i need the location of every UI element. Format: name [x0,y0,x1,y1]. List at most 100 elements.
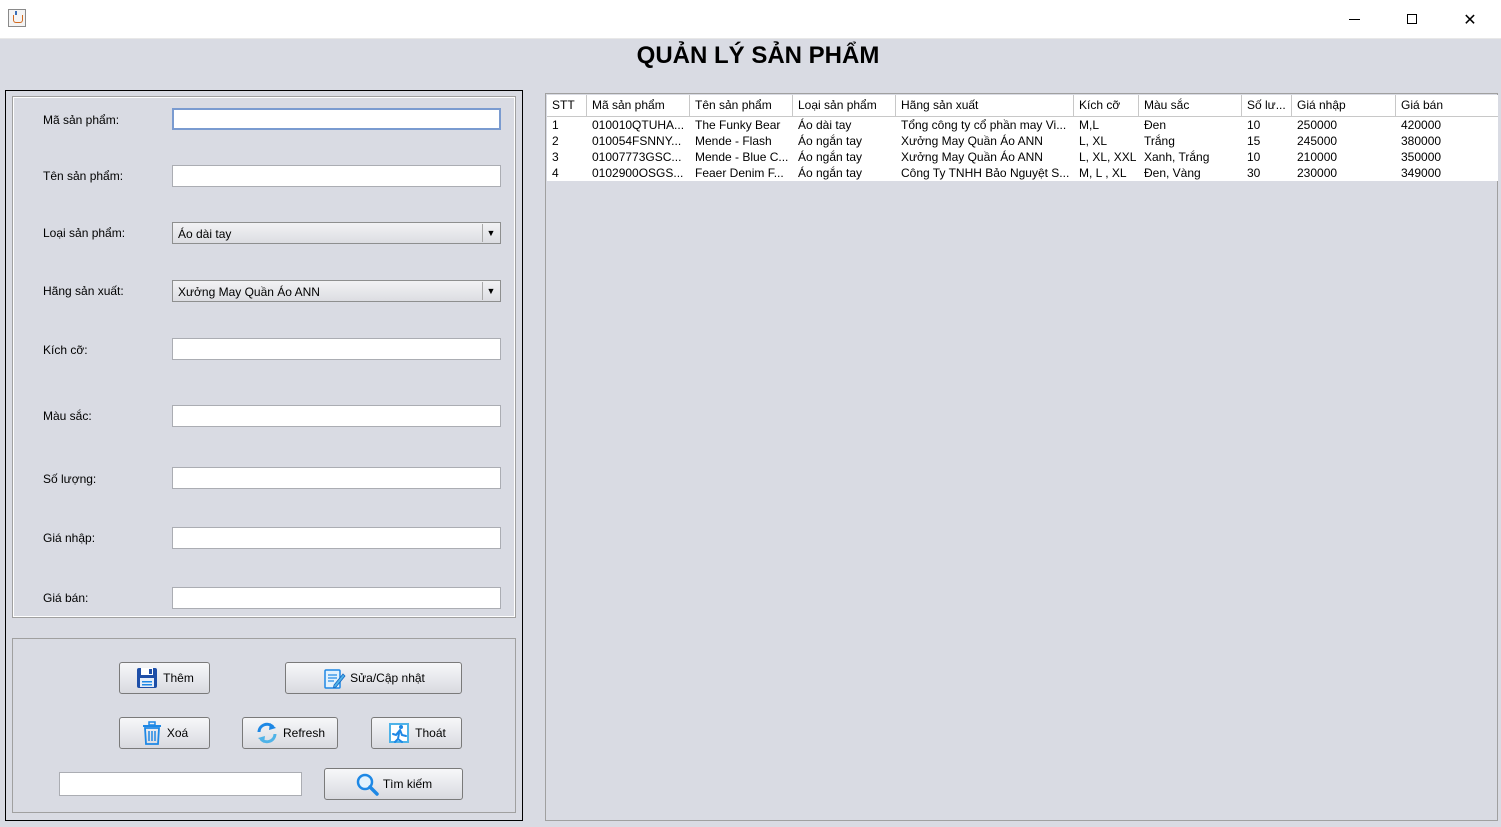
hang-san-xuat-select[interactable]: Xưởng May Quần Áo ANN ▼ [172,280,501,302]
cell-so-luong: 15 [1247,134,1261,148]
cell-ma-san-pham: 0102900OSGS... [592,166,684,180]
label-gia-ban: Giá bán: [43,591,89,605]
ma-san-pham-input[interactable] [172,108,501,130]
trash-icon [142,721,161,745]
header-ma-san-pham[interactable]: Mã sản phẩm [587,95,690,116]
xoa-label: Xoá [166,726,189,740]
titlebar-divider [0,38,1501,39]
cell-mau-sac: Đen [1144,118,1167,132]
header-loai-san-pham[interactable]: Loại sản phẩm [793,95,896,116]
sua-cap-nhat-label: Sửa/Cập nhật [350,671,425,685]
close-icon: ✕ [1463,9,1477,29]
cell-loai-san-pham: Áo dài tay [798,118,852,132]
table-row[interactable]: 4 0102900OSGS... Feaer Denim F... Áo ngắ… [547,165,1498,181]
cell-so-luong: 10 [1247,118,1261,132]
header-ten-san-pham[interactable]: Tên sản phẩm [690,95,793,116]
page-title: QUẢN LÝ SẢN PHẨM [636,42,880,69]
java-app-icon [8,9,26,27]
maximize-button[interactable] [1383,0,1441,38]
chevron-down-icon[interactable]: ▼ [482,282,499,300]
label-mau-sac: Màu sắc: [43,409,92,423]
cell-gia-ban: 349000 [1401,166,1442,180]
cell-kich-co: M,L [1079,118,1100,132]
cell-hang-san-xuat: Công Ty TNHH Bảo Nguyệt S... [901,166,1070,180]
chevron-down-icon[interactable]: ▼ [482,224,499,242]
gia-nhap-input[interactable] [172,527,501,549]
exit-door-icon [389,723,410,743]
loai-san-pham-select[interactable]: Áo dài tay ▼ [172,222,501,244]
cell-ten-san-pham: Feaer Denim F... [695,166,784,180]
header-stt[interactable]: STT [547,95,587,116]
table-header: STT Mã sản phẩm Tên sản phẩm Loại sản ph… [547,95,1498,117]
mau-sac-input[interactable] [172,405,501,427]
header-kich-co[interactable]: Kích cỡ [1074,95,1139,116]
cell-ma-san-pham: 010010QTUHA... [592,118,685,132]
header-hang-san-xuat[interactable]: Hãng sản xuất [896,95,1074,116]
cell-gia-ban: 420000 [1401,118,1442,132]
table-body: 1 010010QTUHA... The Funky Bear Áo dài t… [547,117,1498,181]
loai-san-pham-selected: Áo dài tay [178,227,232,241]
cell-loai-san-pham: Áo ngắn tay [798,134,863,148]
cell-hang-san-xuat: Tổng công ty cổ phần may Vi... [901,118,1067,132]
cell-kich-co: M, L , XL [1079,166,1127,180]
table-row[interactable]: 3 01007773GSC... Mende - Blue C... Áo ng… [547,149,1498,165]
ten-san-pham-input[interactable] [172,165,501,187]
sua-cap-nhat-button[interactable]: Sửa/Cập nhật [285,662,462,694]
label-kich-co: Kích cỡ: [43,343,88,357]
thoat-button[interactable]: Thoát [371,717,462,749]
cell-loai-san-pham: Áo ngắn tay [798,150,863,164]
header-gia-nhap[interactable]: Giá nhập [1292,95,1396,116]
product-table[interactable]: STT Mã sản phẩm Tên sản phẩm Loại sản ph… [545,93,1498,821]
gia-ban-input[interactable] [172,587,501,609]
close-button[interactable]: ✕ [1441,0,1499,38]
hang-san-xuat-selected: Xưởng May Quần Áo ANN [178,285,320,299]
cell-gia-nhap: 245000 [1297,134,1338,148]
label-ten-san-pham: Tên sản phẩm: [43,169,124,183]
cell-gia-nhap: 210000 [1297,150,1338,164]
magnifier-icon [356,773,379,796]
header-mau-sac[interactable]: Màu sắc [1139,95,1242,116]
maximize-icon [1407,14,1417,24]
table-row[interactable]: 2 010054FSNNY... Mende - Flash Áo ngắn t… [547,133,1498,149]
header-gia-ban[interactable]: Giá bán [1396,95,1498,116]
minimize-button[interactable] [1325,0,1383,38]
edit-notepad-icon [324,669,346,689]
cell-stt: 1 [552,118,559,132]
cell-ten-san-pham: The Funky Bear [695,118,781,132]
them-label: Thêm [163,671,194,685]
label-gia-nhap: Giá nhập: [43,531,96,545]
cell-gia-nhap: 250000 [1297,118,1338,132]
cell-ma-san-pham: 01007773GSC... [592,150,682,164]
tim-kiem-button[interactable]: Tìm kiếm [324,768,463,800]
so-luong-input[interactable] [172,467,501,489]
refresh-button[interactable]: Refresh [242,717,338,749]
window-titlebar [0,0,1501,38]
thoat-label: Thoát [415,726,446,740]
label-hang-san-xuat: Hãng sản xuất: [43,284,124,298]
cell-ten-san-pham: Mende - Blue C... [695,150,789,164]
them-button[interactable]: Thêm [119,662,210,694]
cell-stt: 3 [552,150,559,164]
header-so-luong[interactable]: Số lư... [1242,95,1292,116]
cell-mau-sac: Đen, Vàng [1144,166,1201,180]
search-input[interactable] [59,772,302,796]
cell-mau-sac: Xanh, Trắng [1144,150,1210,164]
cell-gia-ban: 380000 [1401,134,1442,148]
cell-kich-co: L, XL [1079,134,1108,148]
cell-hang-san-xuat: Xưởng May Quần Áo ANN [901,134,1043,148]
xoa-button[interactable]: Xoá [119,717,210,749]
label-so-luong: Số lượng: [43,472,97,486]
refresh-label: Refresh [282,726,326,740]
kich-co-input[interactable] [172,338,501,360]
label-loai-san-pham: Loại sản phẩm: [43,226,126,240]
cell-loai-san-pham: Áo ngắn tay [798,166,863,180]
refresh-arrows-icon [257,722,277,744]
minimize-icon [1348,18,1360,20]
cell-hang-san-xuat: Xưởng May Quần Áo ANN [901,150,1043,164]
tim-kiem-label: Tìm kiếm [382,777,433,791]
table-row[interactable]: 1 010010QTUHA... The Funky Bear Áo dài t… [547,117,1498,133]
cell-mau-sac: Trắng [1144,134,1175,148]
cell-gia-nhap: 230000 [1297,166,1338,180]
cell-so-luong: 10 [1247,150,1261,164]
label-ma-san-pham: Mã sản phẩm: [43,113,120,127]
